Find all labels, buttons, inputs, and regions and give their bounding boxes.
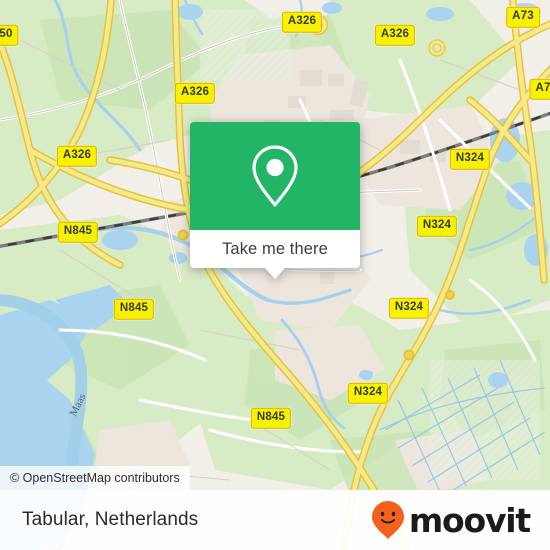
road-shield-n324[interactable]: N324 — [347, 382, 389, 404]
road-shield-n845[interactable]: N845 — [113, 298, 155, 320]
osm-attribution-text: © OpenStreetMap contributors — [10, 471, 180, 485]
card-action-bar[interactable]: Take me there — [190, 230, 360, 279]
road-shield-n324[interactable]: N324 — [449, 148, 491, 170]
take-me-there-label: Take me there — [222, 239, 328, 258]
road-shield-a326[interactable]: A326 — [281, 11, 323, 33]
card-image-area — [190, 122, 360, 230]
road-shield-a326[interactable]: A326 — [56, 145, 98, 167]
road-shield-n845[interactable]: N845 — [250, 407, 292, 429]
moovit-brand[interactable]: moovit — [371, 500, 531, 540]
card-pointer-tail — [264, 267, 286, 279]
map-screenshot: Maas 50 A326 A326 A73 A326 A7 A326 N324 … — [0, 0, 550, 550]
road-shield-n324[interactable]: N324 — [416, 215, 458, 237]
road-shield-a326[interactable]: A326 — [174, 82, 216, 104]
moovit-smiley-pin-icon — [371, 501, 404, 539]
map-pin-icon — [252, 145, 298, 207]
map-canvas[interactable]: Maas 50 A326 A326 A73 A326 A7 A326 N324 … — [0, 0, 550, 550]
road-shield-a7[interactable]: A7 — [529, 78, 550, 100]
road-shield-n324[interactable]: N324 — [388, 297, 430, 319]
road-shield-n845[interactable]: N845 — [57, 221, 99, 243]
osm-attribution[interactable]: © OpenStreetMap contributors — [0, 466, 190, 490]
road-shield-n650[interactable]: 50 — [0, 24, 19, 46]
moovit-wordmark: moovit — [408, 500, 531, 540]
page-title: Tabular, Netherlands — [22, 509, 199, 530]
road-shield-a73[interactable]: A73 — [506, 6, 540, 28]
take-me-there-card[interactable]: Take me there — [190, 122, 360, 279]
bottom-bar: Tabular, Netherlands moovit — [0, 490, 550, 550]
road-shield-a326[interactable]: A326 — [374, 24, 416, 46]
